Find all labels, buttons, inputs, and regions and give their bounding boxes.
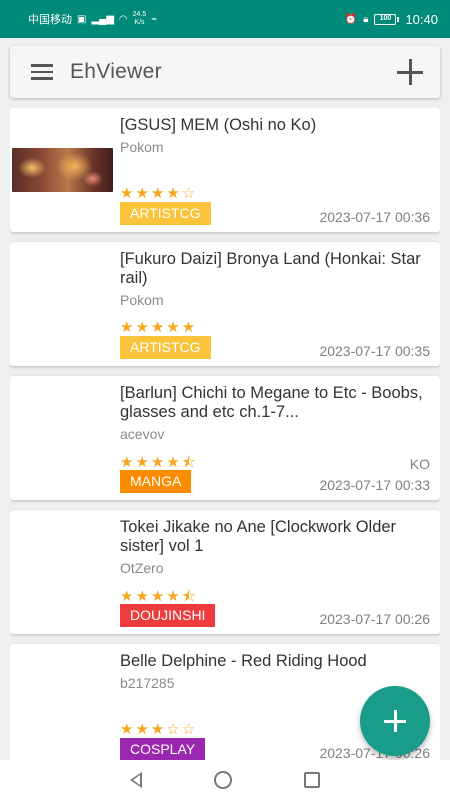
rating-stars: ★★★☆☆: [120, 721, 198, 738]
net-speed-unit: K/s: [134, 19, 145, 26]
category-badge: MANGA: [120, 470, 192, 493]
gallery-date: 2023-07-17 00:33: [319, 477, 430, 493]
gallery-card[interactable]: [GSUS] MEM (Oshi no Ko) Pokom ★★★★☆ ARTI…: [10, 108, 440, 232]
hamburger-menu-icon[interactable]: [22, 52, 62, 92]
battery-level: 100: [374, 13, 397, 25]
clock: 10:40: [405, 11, 438, 27]
gallery-thumbnail: [10, 242, 115, 366]
gallery-title: Belle Delphine - Red Riding Hood: [120, 652, 367, 670]
hd-icon: ▣: [77, 13, 87, 25]
search-bar[interactable]: EhViewer: [10, 46, 440, 98]
rating-stars: ★★★★★: [120, 319, 198, 336]
battery-icon: 100: [374, 13, 400, 25]
app-title: EhViewer: [70, 60, 162, 83]
net-speed: 24.5 K/s: [133, 11, 147, 27]
wifi-icon: ◠: [118, 13, 128, 25]
fab-plus-icon[interactable]: [360, 686, 430, 756]
category-badge: ARTISTCG: [120, 336, 211, 359]
alarm-icon: ⏰: [344, 13, 358, 25]
gallery-uploader: acevov: [120, 426, 165, 442]
usb-icon: ⌁: [151, 13, 158, 25]
gallery-date: 2023-07-17 00:36: [319, 209, 430, 225]
gallery-date: 2023-07-17 00:26: [319, 611, 430, 627]
gallery-thumbnail: [10, 376, 115, 500]
recents-square-icon[interactable]: [304, 772, 320, 788]
gallery-title: [Fukuro Daizi] Bronya Land (Honkai: Star…: [120, 250, 421, 287]
gallery-thumbnail: [10, 108, 115, 232]
gallery-thumbnail: [10, 510, 115, 634]
gallery-uploader: Pokom: [120, 139, 164, 155]
home-circle-icon[interactable]: [214, 771, 232, 789]
plus-icon[interactable]: [394, 56, 426, 88]
gallery-date: 2023-07-17 00:35: [319, 343, 430, 359]
back-triangle-icon[interactable]: [130, 772, 142, 788]
gallery-uploader: Pokom: [120, 292, 164, 308]
signal-icon: ▂▄▆: [91, 13, 114, 25]
net-speed-value: 24.5: [132, 11, 147, 18]
carrier-name: 中国移动: [28, 14, 72, 26]
gallery-list[interactable]: [GSUS] MEM (Oshi no Ko) Pokom ★★★★☆ ARTI…: [10, 108, 440, 760]
gallery-card[interactable]: [Barlun] Chichi to Megane to Etc - Boobs…: [10, 376, 440, 500]
gallery-title: Tokei Jikake no Ane [Clockwork Older sis…: [120, 518, 397, 555]
gallery-card[interactable]: [Fukuro Daizi] Bronya Land (Honkai: Star…: [10, 242, 440, 366]
gallery-title: [Barlun] Chichi to Megane to Etc - Boobs…: [120, 384, 423, 421]
gallery-card[interactable]: Tokei Jikake no Ane [Clockwork Older sis…: [10, 510, 440, 634]
category-badge: ARTISTCG: [120, 202, 211, 225]
gallery-language: KO: [409, 456, 430, 472]
gallery-thumbnail: [10, 644, 115, 760]
lock-icon: 🔒︎: [363, 13, 369, 25]
gallery-uploader: OtZero: [120, 560, 164, 576]
category-badge: DOUJINSHI: [120, 604, 216, 627]
system-nav-bar: [0, 760, 450, 800]
gallery-title: [GSUS] MEM (Oshi no Ko): [120, 116, 317, 134]
category-badge: COSPLAY: [120, 738, 206, 760]
rating-stars: ★★★★☆: [120, 185, 198, 202]
status-bar: 中国移动 ▣ ▂▄▆ ◠ 24.5 K/s ⌁ ⏰ 🔒︎ 100 10:40: [0, 0, 450, 38]
